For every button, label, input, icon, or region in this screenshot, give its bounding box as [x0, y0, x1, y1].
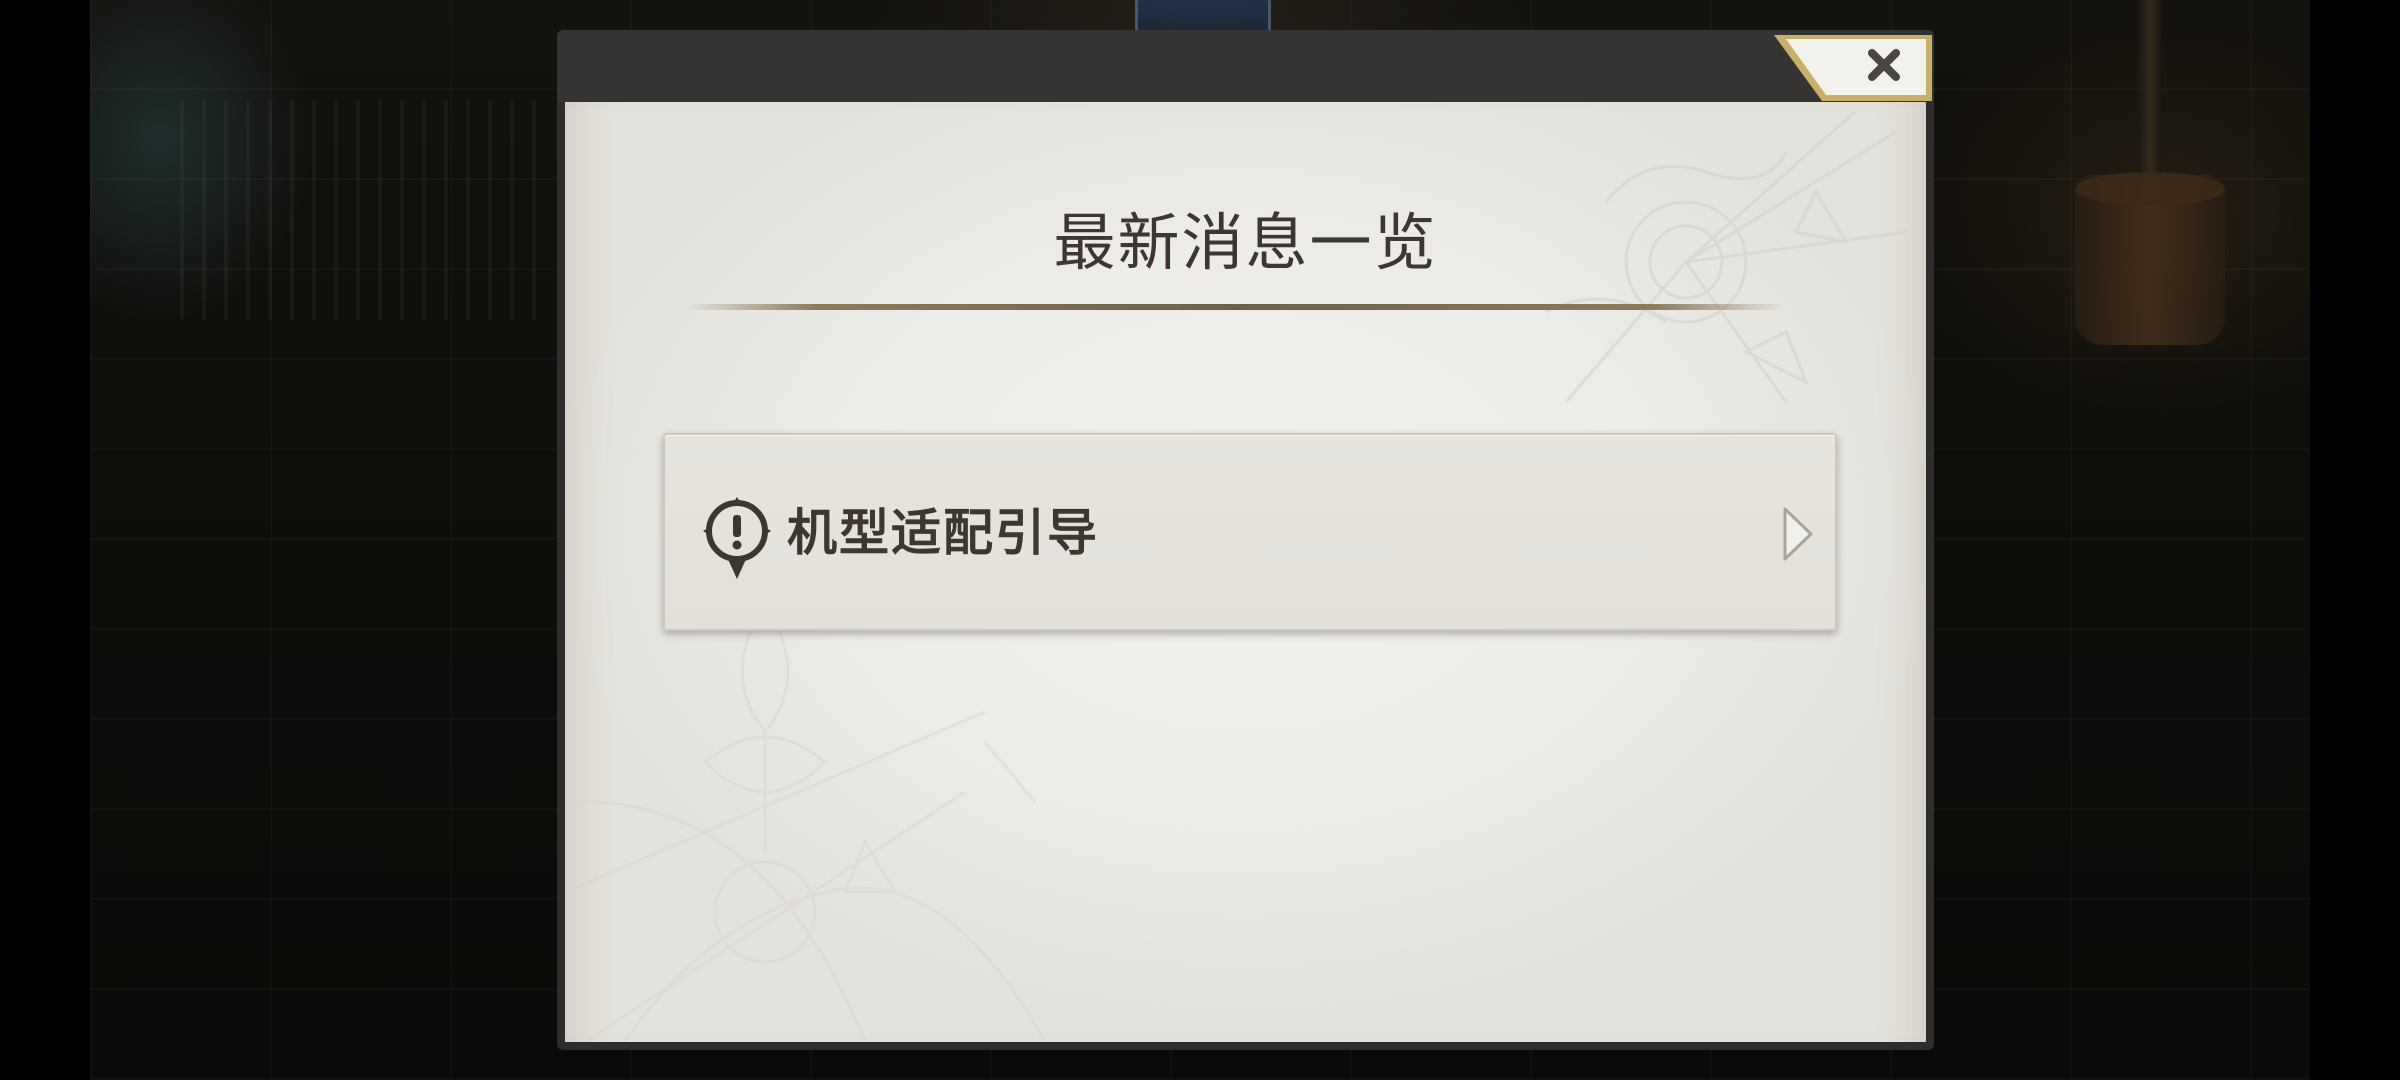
left-letterbox	[0, 0, 90, 1080]
background-pole	[2138, 0, 2162, 200]
ornament-bottom-decoration	[565, 620, 1047, 1042]
alert-icon	[703, 497, 771, 579]
chevron-right-icon	[1783, 507, 1813, 561]
background-gate	[180, 100, 540, 320]
background-barrel-top	[2075, 172, 2225, 206]
news-list-item[interactable]: 机型适配引导	[663, 433, 1837, 631]
dialog-title: 最新消息一览	[1053, 206, 1438, 279]
dialog-content-panel: 最新消息一览 机型适配引导	[565, 102, 1926, 1042]
news-item-label: 机型适配引导	[787, 504, 1099, 562]
right-letterbox	[2310, 0, 2400, 1080]
dialog-header-bar	[557, 30, 1934, 102]
close-button[interactable]	[1774, 35, 1932, 101]
title-divider	[685, 304, 1785, 310]
news-dialog: 最新消息一览 机型适配引导	[557, 30, 1934, 1050]
